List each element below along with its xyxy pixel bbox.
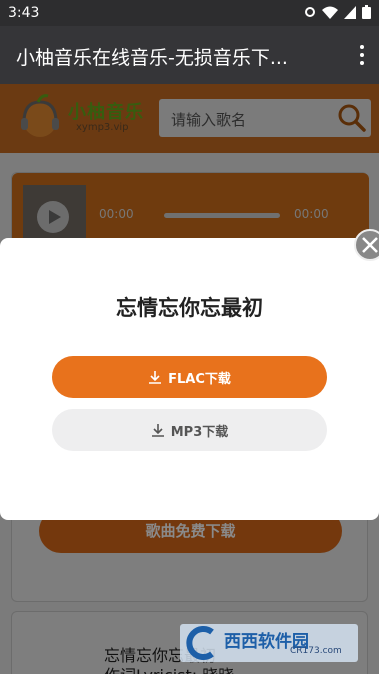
current-time: 00:00	[99, 207, 134, 221]
lyrics-line: 作词Lyricist: 晓晓	[104, 662, 234, 674]
status-bar: 3:43	[0, 0, 379, 26]
search-input[interactable]: 请输入歌名	[159, 99, 371, 137]
progress-bar[interactable]	[164, 213, 280, 218]
app-title: 小柚音乐在线音乐-无损音乐下...	[16, 47, 288, 69]
logo-headphones-icon	[21, 94, 59, 137]
settings-icon	[305, 7, 315, 17]
status-icons	[304, 5, 371, 19]
mp3-download-label: MP3下载	[170, 424, 229, 440]
battery-icon	[362, 5, 371, 19]
flac-download-label: FLAC下载	[168, 371, 231, 387]
site-logo[interactable]: 小柚音乐 xymp3.vip	[16, 92, 146, 144]
search-icon[interactable]	[337, 103, 367, 133]
wifi-icon	[322, 6, 338, 19]
flac-download-button[interactable]: FLAC下载	[52, 356, 327, 398]
watermark-logo-icon	[186, 626, 214, 660]
watermark-url: CR173.com	[290, 646, 342, 656]
dialog-title: 忘情忘你忘最初	[116, 296, 263, 320]
app-bar: 小柚音乐在线音乐-无损音乐下...	[0, 26, 379, 84]
close-dialog-button[interactable]	[354, 229, 379, 261]
play-button[interactable]	[37, 201, 69, 233]
download-icon	[151, 424, 164, 437]
download-icon	[149, 371, 162, 384]
close-icon	[362, 237, 378, 253]
duration: 00:00	[294, 207, 329, 221]
search-placeholder: 请输入歌名	[171, 111, 247, 129]
watermark: 西西软件园 CR173.com	[180, 624, 358, 662]
logo-text: 小柚音乐	[68, 102, 144, 123]
logo-url: xymp3.vip	[76, 122, 129, 133]
download-dialog: 忘情忘你忘最初 FLAC下载 MP3下载	[0, 238, 379, 520]
site-header: 小柚音乐 xymp3.vip 请输入歌名	[0, 84, 379, 153]
mp3-download-button[interactable]: MP3下载	[52, 409, 327, 451]
signal-icon	[344, 5, 356, 19]
more-menu-icon[interactable]	[359, 45, 365, 65]
status-time: 3:43	[8, 5, 40, 21]
